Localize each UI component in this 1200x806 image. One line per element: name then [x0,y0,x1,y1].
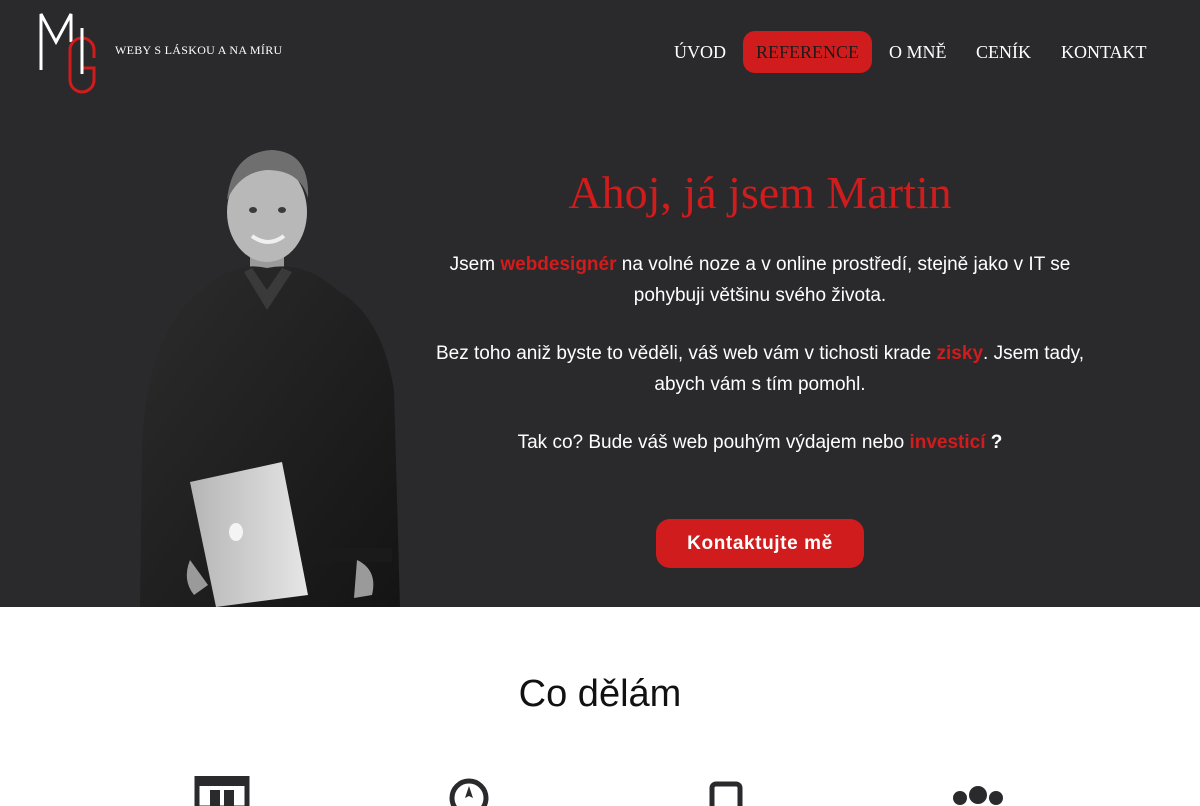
browser-icon [194,776,250,806]
intro-paragraph-2: Bez toho aniž byste to věděli, váš web v… [435,343,1085,395]
intro-paragraph-1: Jsem webdesignér na volné noze a v onlin… [449,254,1071,306]
nav-item-reference[interactable]: REFERENCE [743,31,873,73]
section-title-co-delam: Co dělám [518,673,682,715]
nav-item-o-mne[interactable]: O MNĚ [889,31,947,73]
hero-section: WEBY S LÁSKOU A NA MÍRU ÚVOD REFERENCE O… [0,0,1200,607]
compass-icon [449,778,489,806]
mobile-icon [709,781,743,806]
portrait-photo [140,150,400,607]
nav-item-uvod[interactable]: ÚVOD [674,31,726,73]
site-tagline: WEBY S LÁSKOU A NA MÍRU [115,43,283,57]
intro-paragraph-3: Tak co? Bude váš web pouhým výdajem nebo… [517,432,1003,453]
nav-item-cenik[interactable]: CENÍK [976,31,1031,73]
mg-logo[interactable] [38,10,100,94]
highlight-zisky: zisky [936,343,984,364]
nav-item-kontakt[interactable]: KONTAKT [1061,31,1147,73]
hero-title: Ahoj, já jsem Martin [568,167,952,218]
people-icon [953,786,1003,805]
highlight-investici: investicí [909,432,986,453]
contact-me-button[interactable]: Kontaktujte mě [656,519,864,568]
highlight-webdesigner: webdesignér [500,254,617,275]
